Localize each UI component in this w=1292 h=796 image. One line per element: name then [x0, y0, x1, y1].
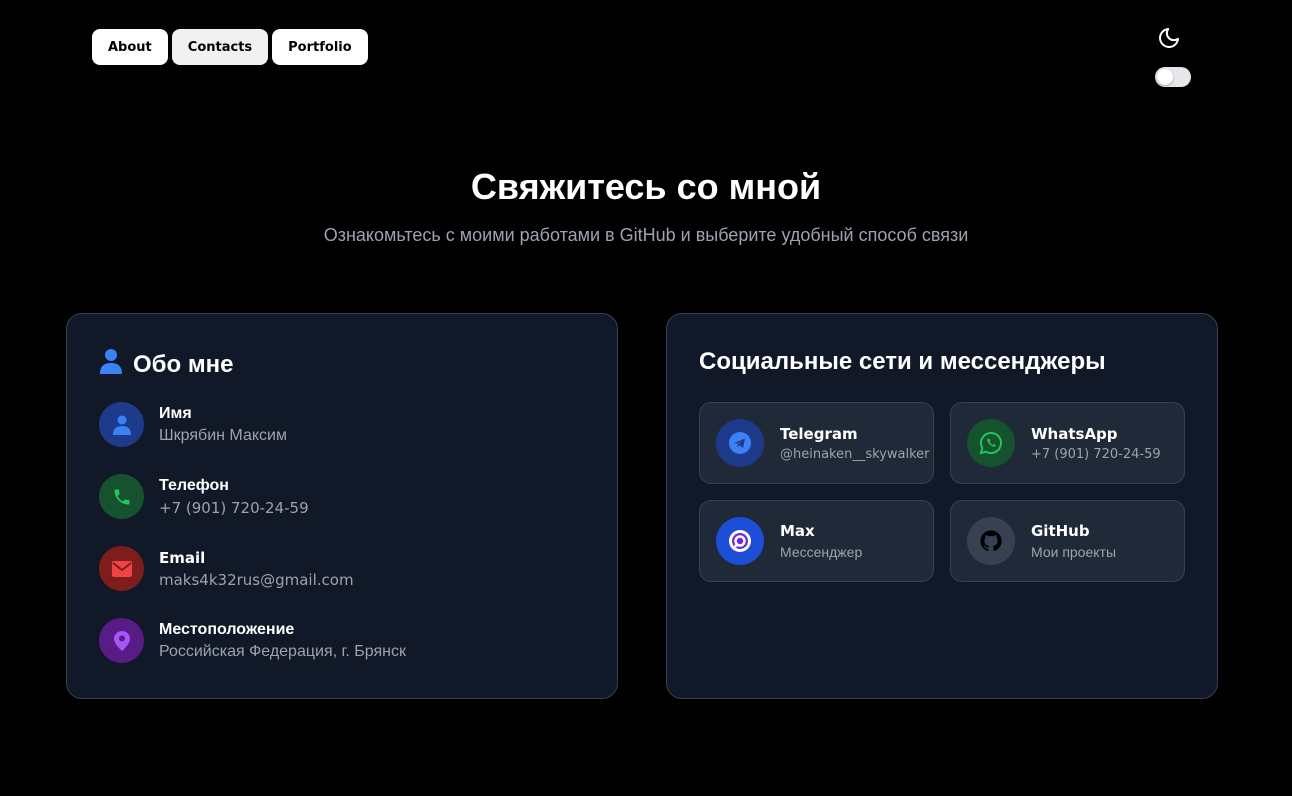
about-card-title: Обо мне [99, 348, 233, 381]
info-label: Email [159, 548, 206, 567]
phone-icon [99, 474, 144, 519]
user-icon [99, 348, 123, 381]
social-sub: @heinaken__skywalker [780, 446, 930, 462]
top-nav: About Contacts Portfolio [92, 29, 368, 65]
user-icon [99, 402, 144, 447]
mail-icon [99, 546, 144, 591]
social-sub: Мои проекты [1031, 544, 1117, 560]
social-card: Социальные сети и мессенджеры Telegram @… [666, 313, 1218, 699]
max-icon [716, 517, 764, 565]
social-sub: +7 (901) 720-24-59 [1031, 446, 1161, 462]
info-label: Телефон [159, 476, 229, 494]
whatsapp-link[interactable]: WhatsApp +7 (901) 720-24-59 [950, 402, 1185, 484]
info-label: Местоположение [159, 620, 295, 638]
location-pin-icon [99, 618, 144, 663]
social-sub: Мессенджер [780, 544, 863, 560]
github-link[interactable]: GitHub Мои проекты [950, 500, 1185, 582]
info-value[interactable]: maks4k32rus@gmail.com [159, 571, 354, 589]
telegram-icon [716, 419, 764, 467]
info-location: Местоположение Российская Федерация, г. … [99, 618, 406, 663]
social-name: GitHub [1031, 522, 1090, 540]
info-label: Имя [159, 404, 192, 422]
about-card: Обо мне Имя Шкрябин Максим Телефон +7 (9… [66, 313, 618, 699]
about-title-text: Обо мне [133, 350, 234, 378]
whatsapp-icon [967, 419, 1015, 467]
nav-about-button[interactable]: About [92, 29, 168, 65]
info-name: Имя Шкрябин Максим [99, 402, 287, 447]
nav-contacts-button[interactable]: Contacts [171, 29, 269, 65]
info-value: Российская Федерация, г. Брянск [159, 642, 406, 660]
info-email: Email maks4k32rus@gmail.com [99, 546, 354, 591]
nav-portfolio-button[interactable]: Portfolio [272, 29, 368, 65]
social-card-title: Социальные сети и мессенджеры [699, 348, 1106, 375]
theme-toggle[interactable] [1155, 67, 1191, 87]
moon-icon [1157, 26, 1181, 50]
telegram-link[interactable]: Telegram @heinaken__skywalker [699, 402, 934, 484]
info-value: Шкрябин Максим [159, 426, 287, 444]
github-icon [967, 517, 1015, 565]
max-link[interactable]: Max Мессенджер [699, 500, 934, 582]
page-subtitle: Ознакомьтесь с моими работами в GitHub и… [323, 225, 969, 245]
info-phone: Телефон +7 (901) 720-24-59 [99, 474, 309, 519]
toggle-knob [1157, 69, 1173, 85]
info-value[interactable]: +7 (901) 720-24-59 [159, 499, 309, 517]
social-name: Telegram [780, 424, 858, 443]
page-title: Свяжитесь со мной [470, 166, 822, 207]
social-name: WhatsApp [1031, 424, 1118, 443]
social-name: Max [780, 522, 815, 540]
